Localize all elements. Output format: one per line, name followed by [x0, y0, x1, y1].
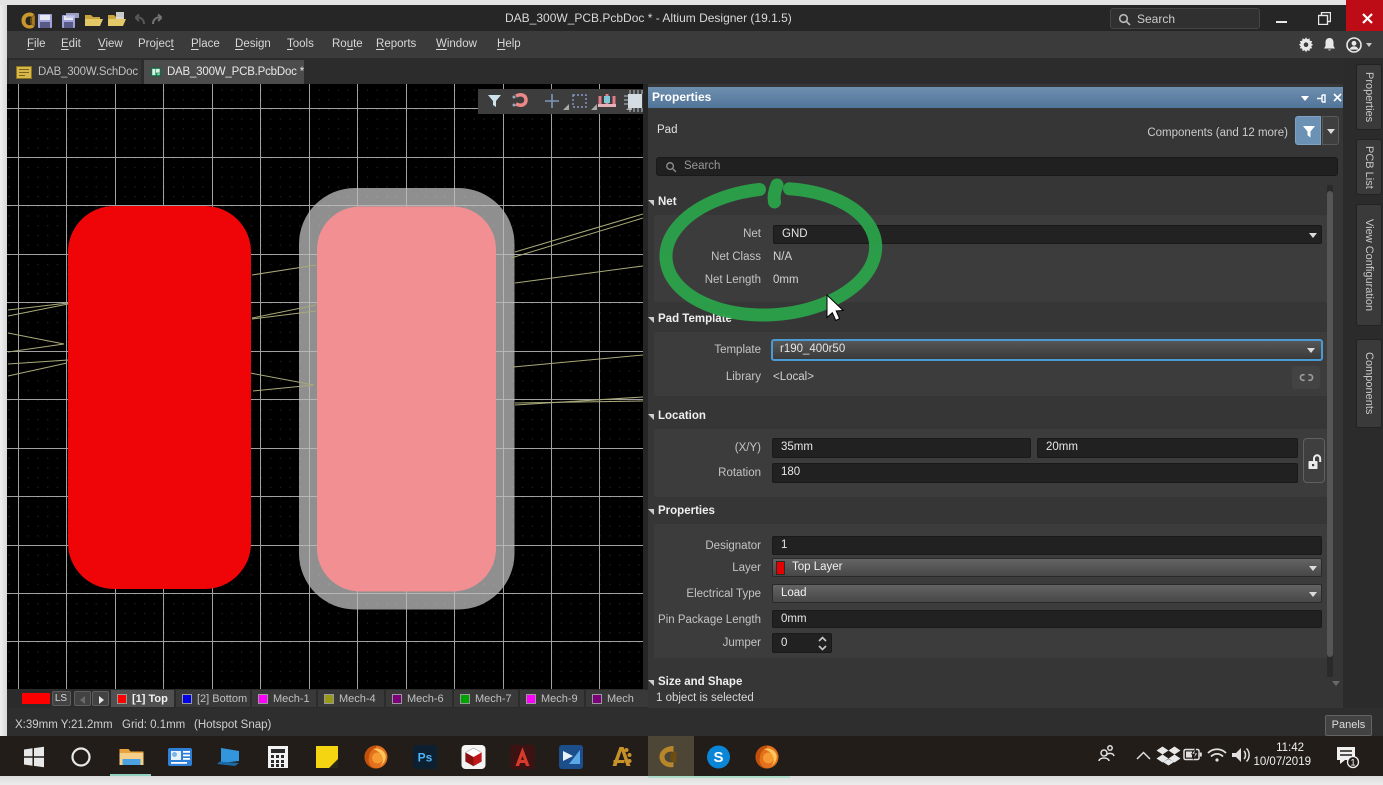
svg-text:Ps: Ps: [418, 751, 433, 765]
svg-text:10/07/2019: 10/07/2019: [1253, 756, 1311, 768]
svg-text:1: 1: [1350, 758, 1355, 768]
svg-text:11:42: 11:42: [1276, 742, 1304, 754]
svg-text:S: S: [713, 749, 723, 766]
